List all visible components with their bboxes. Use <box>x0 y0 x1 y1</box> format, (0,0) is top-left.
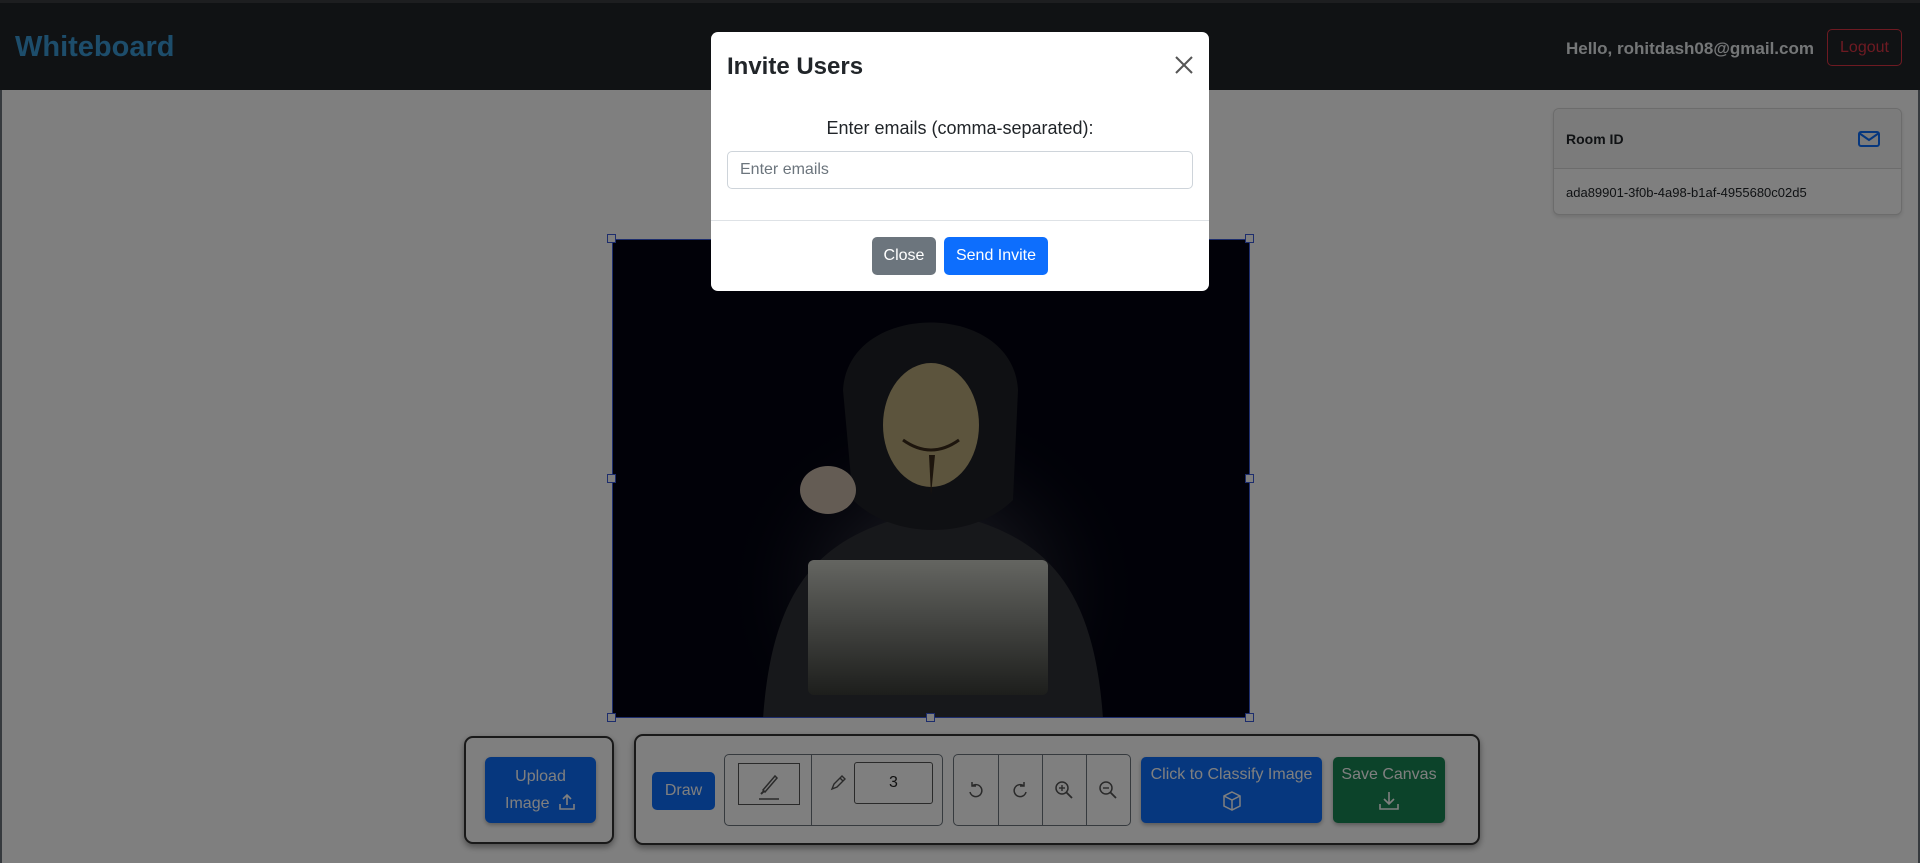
modal-title: Invite Users <box>727 53 864 80</box>
close-button[interactable]: Close <box>872 237 936 275</box>
close-icon[interactable] <box>1173 54 1195 76</box>
invite-users-modal: Invite Users Enter emails (comma-separat… <box>711 32 1209 291</box>
emails-input[interactable] <box>727 151 1193 189</box>
send-invite-button[interactable]: Send Invite <box>944 237 1048 275</box>
emails-label: Enter emails (comma-separated): <box>826 118 1094 138</box>
modal-footer-divider <box>711 220 1209 221</box>
